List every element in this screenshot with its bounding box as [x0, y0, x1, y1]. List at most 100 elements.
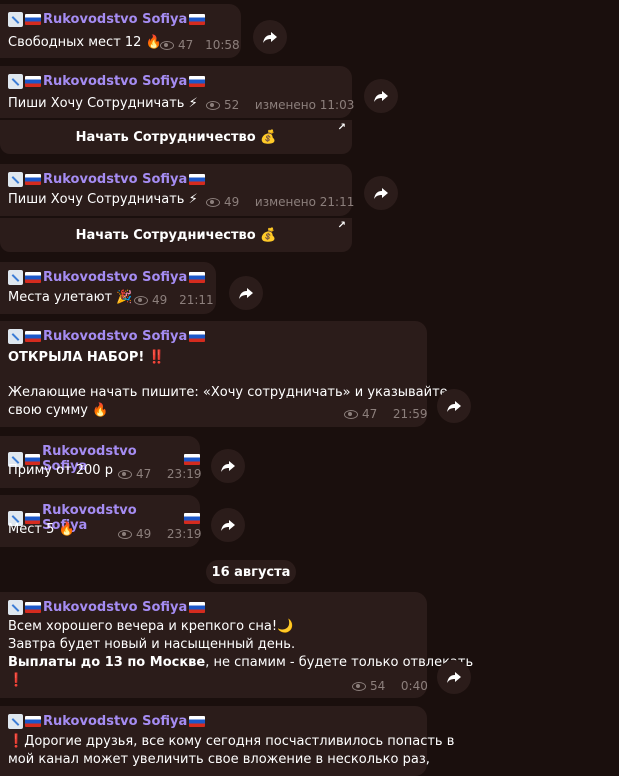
share-button[interactable]	[253, 20, 287, 54]
russia-flag-icon	[184, 512, 201, 524]
russia-flag-icon	[189, 272, 206, 283]
message-bubble: Rukovodstvo Sofiya Мест 5 🔥 49 23:19	[0, 495, 202, 547]
share-button[interactable]	[211, 508, 245, 542]
external-link-icon: ↗	[337, 122, 346, 133]
russia-flag-icon	[189, 331, 206, 342]
double-exclamation-emoji: ‼️	[148, 350, 165, 365]
message-meta: 54 0:40	[352, 679, 428, 693]
message-text: Места улетают 🎉	[8, 290, 133, 305]
message-text-line: ❗	[8, 672, 24, 690]
message-text: Пиши Хочу Сотрудничать ⚡	[8, 96, 198, 111]
channel-icon	[8, 74, 23, 89]
message-text-line: Выплаты до 13 по Москве, не спамим - буд…	[8, 655, 474, 670]
date-separator: 16 августа	[206, 560, 296, 584]
share-button[interactable]	[364, 176, 398, 210]
channel-icon	[8, 329, 23, 344]
share-button[interactable]	[211, 449, 245, 483]
share-icon	[221, 520, 235, 531]
russia-flag-icon	[189, 602, 206, 613]
share-icon	[447, 401, 461, 412]
money-bag-emoji: 💰	[260, 129, 277, 145]
sender-name[interactable]: Rukovodstvo Sofiya	[8, 600, 206, 615]
message-bubble: Rukovodstvo Sofiya ОТКРЫЛА НАБОР! ‼️ Жел…	[0, 321, 448, 427]
russia-flag-icon	[25, 174, 41, 185]
message-bubble: Rukovodstvo Sofiya Пиши Хочу Сотрудничат…	[0, 164, 354, 216]
channel-icon	[8, 270, 23, 285]
money-bag-emoji: 💰	[260, 227, 277, 243]
channel-icon	[8, 600, 23, 615]
moon-emoji: 🌙	[277, 619, 294, 634]
sender-name[interactable]: Rukovodstvo Sofiya	[8, 172, 206, 187]
views-icon	[352, 681, 366, 691]
views-icon	[118, 469, 132, 479]
party-emoji: 🎉	[116, 290, 133, 305]
share-button[interactable]	[437, 660, 471, 694]
message-meta: 49 изменено 21:11	[206, 195, 354, 209]
views-icon	[206, 100, 220, 110]
share-button[interactable]	[437, 389, 471, 423]
message-meta: 47 10:58	[160, 38, 240, 52]
message-text-line: ❗Дорогие друзья, все кому сегодня посчас…	[8, 734, 455, 749]
russia-flag-icon	[25, 272, 41, 283]
message-text-line: свою сумму 🔥	[8, 403, 109, 418]
share-icon	[374, 188, 388, 199]
message-text-line: Завтра будет новый и насыщенный день.	[8, 637, 296, 652]
message-bubble: Rukovodstvo Sofiya Всем хорошего вечера …	[0, 592, 473, 698]
russia-flag-icon	[25, 331, 41, 342]
message-text-line: Всем хорошего вечера и крепкого сна!🌙	[8, 619, 294, 634]
russia-flag-icon	[25, 76, 41, 87]
share-icon	[263, 32, 277, 43]
sender-name[interactable]: Rukovodstvo Sofiya	[8, 270, 206, 285]
share-button[interactable]	[229, 276, 263, 310]
views-icon	[206, 197, 220, 207]
share-icon	[374, 91, 388, 102]
message-meta: 49 21:11	[134, 293, 214, 307]
message-bubble: Rukovodstvo Sofiya Пиши Хочу Сотрудничат…	[0, 66, 354, 118]
external-link-icon: ↗	[337, 220, 346, 231]
message-text: Мест 5 🔥	[8, 522, 75, 537]
message-text: Приму от 200 р	[8, 463, 113, 478]
share-icon	[447, 672, 461, 683]
sender-name[interactable]: Rukovodstvo Sofiya	[8, 329, 206, 344]
russia-flag-icon	[189, 716, 206, 727]
sender-name[interactable]: Rukovodstvo Sofiya	[8, 74, 206, 89]
message-meta: 47 23:19	[118, 467, 202, 481]
views-icon	[344, 409, 358, 419]
message-text-line: мой канал может увеличить свое вложение …	[8, 752, 430, 767]
fire-emoji: 🔥	[92, 403, 109, 418]
views-icon	[160, 40, 174, 50]
exclamation-emoji: ❗	[8, 673, 25, 688]
message-bubble: Rukovodstvo Sofiya Свободных мест 12 🔥 4…	[0, 4, 241, 58]
russia-flag-icon	[25, 14, 41, 25]
message-meta: 49 23:19	[118, 527, 202, 541]
share-icon	[239, 288, 253, 299]
message-bubble: Rukovodstvo Sofiya Приму от 200 р 47 23:…	[0, 436, 202, 488]
message-meta: 47 21:59	[344, 407, 428, 421]
lightning-emoji: ⚡	[188, 192, 198, 207]
share-button[interactable]	[364, 79, 398, 113]
message-text: Пиши Хочу Сотрудничать ⚡	[8, 192, 198, 207]
channel-icon	[8, 714, 23, 729]
russia-flag-icon	[184, 453, 201, 465]
russia-flag-icon	[189, 76, 206, 87]
cooperation-button[interactable]: Начать Сотрудничество 💰 ↗	[0, 120, 352, 154]
channel-icon	[8, 12, 23, 27]
russia-flag-icon	[189, 174, 206, 185]
views-icon	[118, 529, 132, 539]
message-text: Свободных мест 12 🔥	[8, 35, 162, 50]
fire-emoji: 🔥	[58, 522, 75, 537]
lightning-emoji: ⚡	[188, 96, 198, 111]
message-bubble: Rukovodstvo Sofiya ❗Дорогие друзья, все …	[0, 706, 454, 776]
russia-flag-icon	[25, 716, 41, 727]
cooperation-button[interactable]: Начать Сотрудничество 💰 ↗	[0, 218, 352, 252]
russia-flag-icon	[25, 602, 41, 613]
channel-icon	[8, 172, 23, 187]
share-icon	[221, 461, 235, 472]
message-meta: 52 изменено 11:03	[206, 98, 354, 112]
message-bubble: Rukovodstvo Sofiya Места улетают 🎉 49 21…	[0, 262, 216, 314]
views-icon	[134, 295, 148, 305]
sender-name[interactable]: Rukovodstvo Sofiya	[8, 12, 206, 27]
message-title: ОТКРЫЛА НАБОР! ‼️	[8, 350, 165, 365]
russia-flag-icon	[189, 14, 206, 25]
sender-name[interactable]: Rukovodstvo Sofiya	[8, 714, 206, 729]
